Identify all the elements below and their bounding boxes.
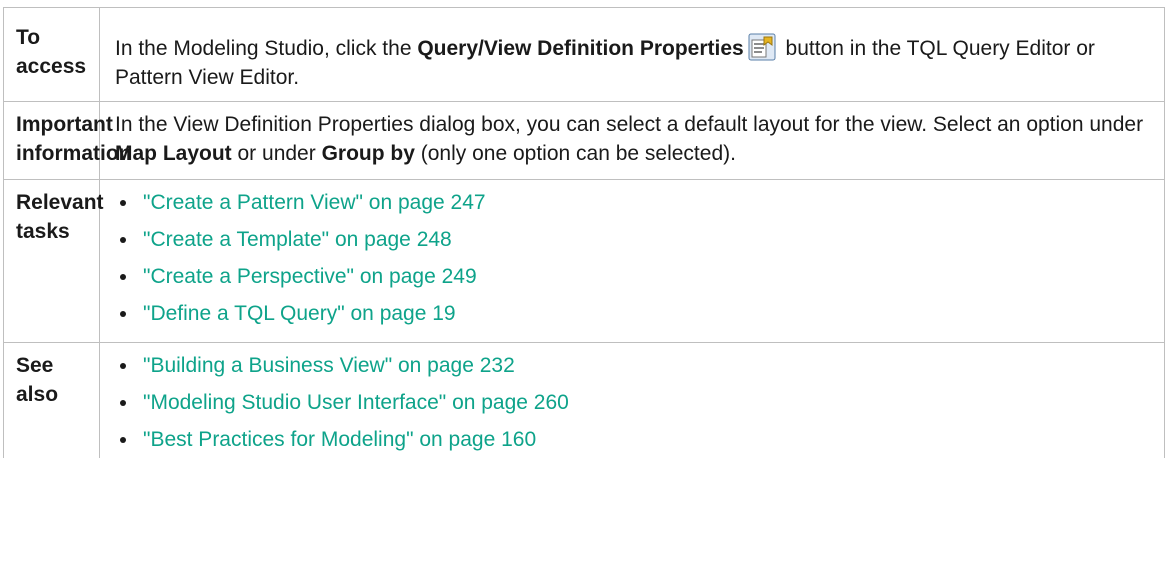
list-item: "Define a TQL Query" on page 19 <box>115 299 1150 328</box>
info-text-2: or under <box>231 142 322 165</box>
list-item: "Best Practices for Modeling" on page 16… <box>115 425 1150 454</box>
list-item: "Create a Template" on page 248 <box>115 225 1150 254</box>
properties-icon <box>748 33 776 61</box>
access-bold-term: Query/View Definition Properties <box>417 37 744 60</box>
bullet-icon <box>120 237 126 243</box>
task-link-perspective[interactable]: "Create a Perspective" on page 249 <box>143 265 477 288</box>
bullet-icon <box>120 400 126 406</box>
row-label: See also <box>3 342 100 458</box>
row-content: "Building a Business View" on page 232 "… <box>99 342 1165 458</box>
row-important-information: Important information In the View Defini… <box>3 101 1165 180</box>
list-item: "Create a Pattern View" on page 247 <box>115 188 1150 217</box>
task-link-tql-query[interactable]: "Define a TQL Query" on page 19 <box>143 302 456 325</box>
bullet-icon <box>120 363 126 369</box>
access-text-before: In the Modeling Studio, click the <box>115 37 418 60</box>
info-table: To access In the Modeling Studio, click … <box>3 7 1165 458</box>
bullet-icon <box>120 200 126 206</box>
task-link-template[interactable]: "Create a Template" on page 248 <box>143 228 452 251</box>
task-links-list: "Create a Pattern View" on page 247 "Cre… <box>115 188 1150 328</box>
see-also-link-best-practices[interactable]: "Best Practices for Modeling" on page 16… <box>143 428 536 451</box>
row-see-also: See also "Building a Business View" on p… <box>3 342 1165 458</box>
info-bold-map-layout: Map Layout <box>115 142 232 165</box>
see-also-link-modeling-studio-ui[interactable]: "Modeling Studio User Interface" on page… <box>143 391 569 414</box>
info-bold-group-by: Group by <box>321 142 415 165</box>
bullet-icon <box>120 274 126 280</box>
row-label: Relevant tasks <box>3 179 104 343</box>
row-content: In the View Definition Properties dialog… <box>99 101 1165 180</box>
row-relevant-tasks: Relevant tasks "Create a Pattern View" o… <box>3 179 1165 343</box>
row-to-access: To access In the Modeling Studio, click … <box>3 7 1165 102</box>
row-label: Important information <box>3 101 132 180</box>
list-item: "Building a Business View" on page 232 <box>115 351 1150 380</box>
list-item: "Create a Perspective" on page 249 <box>115 262 1150 291</box>
bullet-icon <box>120 437 126 443</box>
row-label: To access <box>3 7 100 102</box>
row-content: "Create a Pattern View" on page 247 "Cre… <box>99 179 1165 343</box>
see-also-link-business-view[interactable]: "Building a Business View" on page 232 <box>143 354 515 377</box>
list-item: "Modeling Studio User Interface" on page… <box>115 388 1150 417</box>
task-link-pattern-view[interactable]: "Create a Pattern View" on page 247 <box>143 191 486 214</box>
bullet-icon <box>120 311 126 317</box>
see-also-links-list: "Building a Business View" on page 232 "… <box>115 351 1150 454</box>
info-text-1: In the View Definition Properties dialog… <box>115 113 1144 136</box>
info-text-3: (only one option can be selected). <box>414 142 736 165</box>
row-content: In the Modeling Studio, click the Query/… <box>99 7 1165 102</box>
